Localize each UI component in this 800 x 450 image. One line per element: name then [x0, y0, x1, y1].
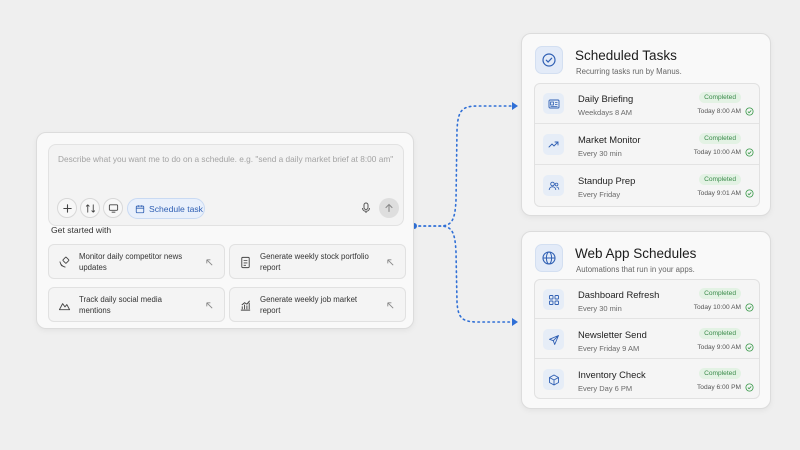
suggestion-text: Monitor daily competitor news updates [79, 252, 183, 272]
task-list: Daily Briefing Weekdays 8 AM Completed T… [534, 83, 760, 207]
task-row[interactable]: Inventory Check Every Day 6 PM Completed… [535, 360, 759, 399]
arrow-up-left-icon [206, 259, 213, 266]
send-icon [548, 334, 559, 345]
status-badge: Completed [699, 368, 741, 379]
row-icon [543, 134, 564, 155]
prompt-input[interactable]: Describe what you want me to do on a sch… [58, 154, 396, 164]
swap-icon [85, 203, 95, 213]
task-schedule: Every Friday [578, 190, 621, 199]
check-icon [745, 343, 754, 352]
task-schedule: Every Friday 9 AM [578, 344, 640, 353]
panel-subtitle: Recurring tasks run by Manus. [576, 67, 682, 76]
arrow-head-bottom [512, 318, 518, 326]
suggestion-text: Generate weekly stock portfolio report [260, 252, 369, 272]
status-badge: Completed [699, 174, 741, 185]
screen-button[interactable] [103, 198, 123, 218]
task-name: Dashboard Refresh [578, 289, 660, 300]
suggestion-card[interactable]: Generate weekly stock portfolio report [229, 244, 406, 279]
task-name: Standup Prep [578, 175, 636, 186]
calendar-icon [135, 204, 145, 213]
bar-chart-icon [240, 300, 251, 311]
last-run-time: Today 9:00 AM [697, 344, 741, 351]
arrow-head-top [512, 102, 518, 110]
panel-title: Web App Schedules [575, 246, 697, 261]
task-row[interactable]: Standup Prep Every Friday Completed Toda… [535, 166, 759, 206]
check-icon [745, 303, 754, 312]
task-row[interactable]: Daily Briefing Weekdays 8 AM Completed T… [535, 84, 759, 124]
task-name: Inventory Check [578, 369, 646, 380]
check-icon [745, 148, 754, 157]
scheduled-tasks-panel: Scheduled Tasks Recurring tasks run by M… [521, 33, 771, 216]
schedule-task-button[interactable]: Schedule task [127, 198, 205, 219]
send-button[interactable] [379, 198, 399, 218]
check-icon [745, 383, 754, 392]
news-icon [548, 99, 559, 108]
web-app-schedules-panel: Web App Schedules Automations that run i… [521, 231, 771, 409]
suggestion-card[interactable]: Generate weekly job market report [229, 287, 406, 322]
status-badge: Completed [699, 92, 741, 103]
document-icon [241, 256, 250, 269]
status-badge: Completed [699, 133, 741, 144]
grid-icon [548, 294, 559, 305]
task-schedule: Every Day 6 PM [578, 384, 633, 393]
trend-icon [548, 141, 558, 147]
prompt-box: Describe what you want me to do on a sch… [48, 144, 404, 226]
monitor-icon [108, 203, 118, 213]
connectors-button[interactable] [80, 198, 100, 218]
check-icon [745, 107, 754, 116]
task-list: Dashboard Refresh Every 30 min Completed… [534, 279, 760, 399]
last-run-time: Today 10:00 AM [693, 304, 741, 311]
task-row[interactable]: Market Monitor Every 30 min Completed To… [535, 125, 759, 165]
users-icon [548, 181, 559, 190]
last-run-time: Today 8:00 AM [697, 108, 741, 115]
panel-title: Scheduled Tasks [575, 48, 677, 63]
task-schedule: Weekdays 8 AM [578, 108, 633, 117]
schedule-composer-card: Describe what you want me to do on a sch… [36, 132, 414, 329]
microphone-button[interactable] [359, 200, 373, 216]
task-name: Daily Briefing [578, 93, 634, 104]
plus-icon [62, 203, 72, 213]
arrow-up-left-icon [387, 302, 394, 309]
add-button[interactable] [57, 198, 77, 218]
globe-icon [542, 251, 556, 265]
task-row[interactable]: Dashboard Refresh Every 30 min Completed… [535, 280, 759, 319]
suggestion-card[interactable]: Monitor daily competitor news updates [48, 244, 225, 279]
get-started-heading: Get started with [51, 225, 112, 235]
row-icon [543, 289, 564, 310]
row-icon [543, 329, 564, 350]
task-schedule: Every 30 min [578, 304, 622, 313]
panel-icon [535, 46, 563, 74]
satellite-icon [59, 256, 70, 268]
panel-icon [535, 244, 563, 272]
box-icon [548, 374, 559, 385]
last-run-time: Today 6:00 PM [697, 384, 741, 391]
check-icon [745, 189, 754, 198]
mountain-chart-icon [58, 303, 71, 311]
row-icon [543, 93, 564, 114]
schedule-task-label: Schedule task [149, 203, 203, 214]
task-schedule: Every 30 min [578, 149, 622, 158]
row-icon [543, 175, 564, 196]
last-run-time: Today 10:00 AM [693, 149, 741, 156]
check-circle-icon [542, 53, 556, 67]
task-name: Newsletter Send [578, 329, 647, 340]
arrow-up-left-icon [387, 259, 394, 266]
microphone-icon [362, 202, 370, 213]
arrow-up-left-icon [206, 302, 213, 309]
task-name: Market Monitor [578, 134, 641, 145]
last-run-time: Today 9:01 AM [697, 190, 741, 197]
status-badge: Completed [699, 288, 741, 299]
task-row[interactable]: Newsletter Send Every Friday 9 AM Comple… [535, 320, 759, 359]
panel-subtitle: Automations that run in your apps. [576, 265, 695, 274]
row-icon [543, 369, 564, 390]
status-badge: Completed [699, 328, 741, 339]
suggestion-text: Generate weekly job market report [260, 295, 358, 315]
arrow-up-icon [385, 203, 393, 213]
suggestion-card[interactable]: Track daily social media mentions [48, 287, 225, 322]
suggestion-text: Track daily social media mentions [79, 295, 162, 315]
